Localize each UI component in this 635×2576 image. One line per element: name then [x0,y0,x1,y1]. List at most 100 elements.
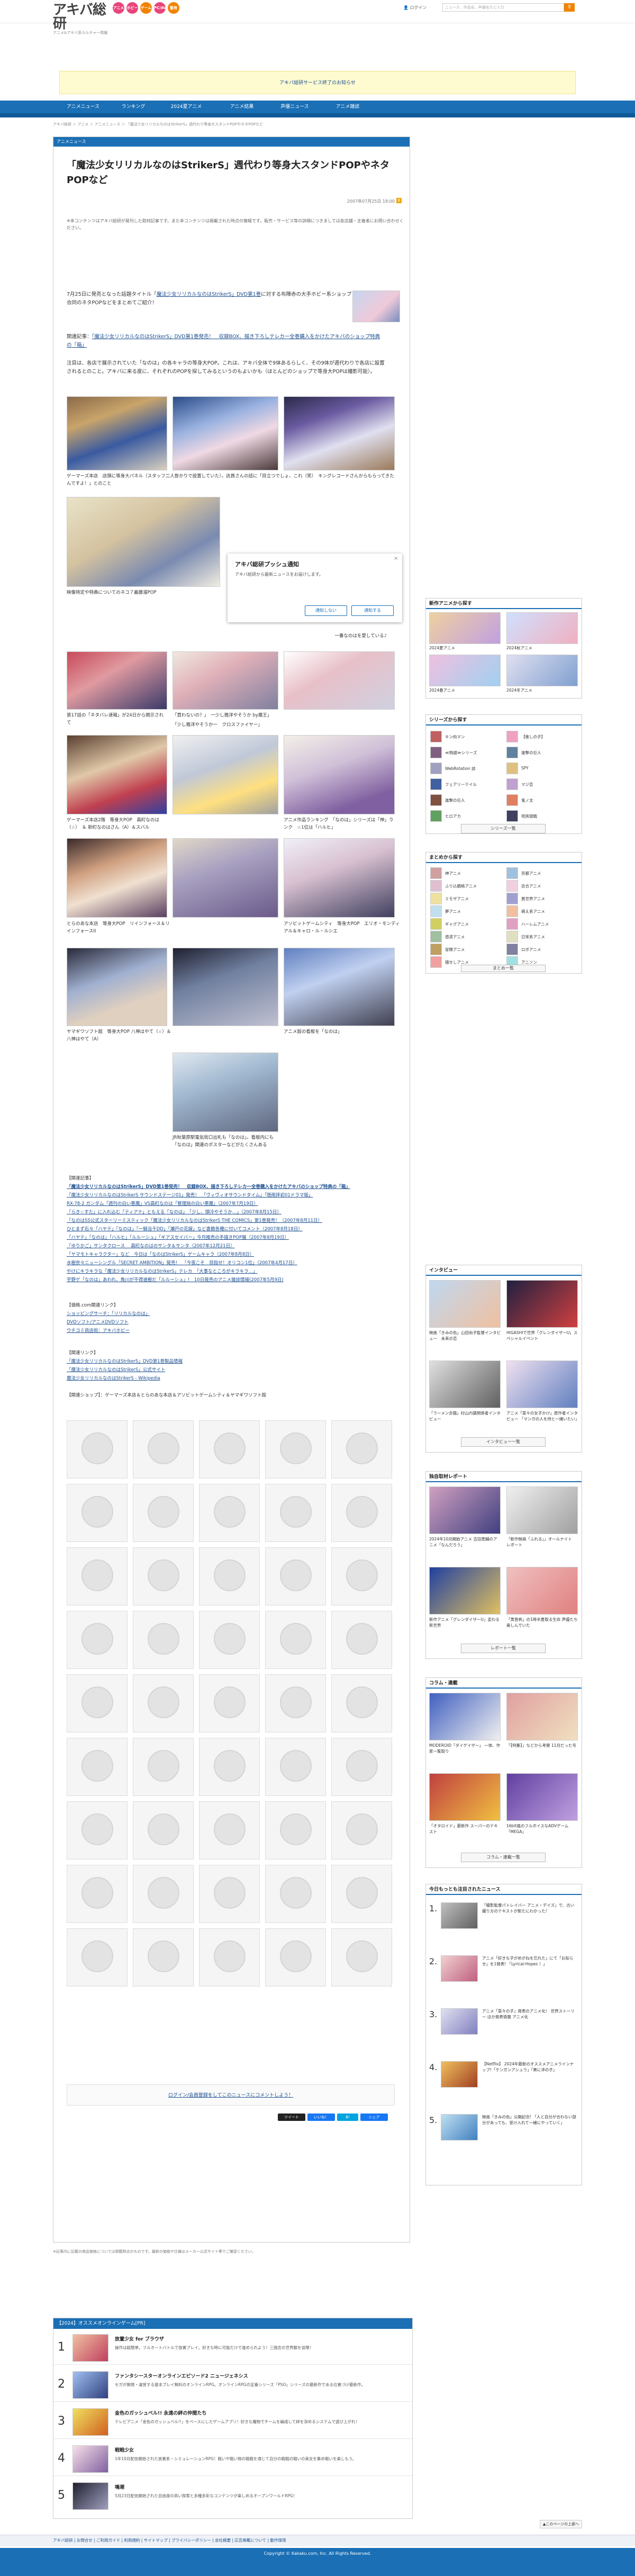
photo-netabare[interactable] [67,651,167,710]
photo-pop-board[interactable] [67,497,220,587]
thumb-placeholder[interactable] [265,1547,326,1606]
report-more-button[interactable]: レポート一覧 [461,1644,546,1653]
search-input[interactable]: ニュース、作品名、声優名など入力 [442,3,564,12]
series-thumb[interactable] [506,778,518,790]
thumb-placeholder[interactable] [199,1865,260,1923]
series-thumb[interactable] [430,747,442,758]
popular-thumb[interactable] [441,1955,478,1982]
series-thumb[interactable] [506,731,518,742]
photo-reinforce[interactable] [173,838,278,918]
related-link[interactable]: 「ハヤテ」「なのは」「ハルヒ」「ルルーシュ」「ギアスセイバー」今月推売の手描きP… [67,1233,395,1242]
nav-voice-news[interactable]: 声優ニュース [271,101,319,113]
cat-anime-button[interactable]: アニメ [113,2,124,14]
matome-label[interactable]: 感涙アニメ [445,934,487,940]
cat-hobby-button[interactable]: ホビー [126,2,138,14]
login-link[interactable]: 👤 ログイン [403,5,427,11]
matome-label[interactable]: 百合アニメ [521,883,564,889]
game-thumbnail[interactable] [72,2334,108,2362]
thumb-placeholder[interactable] [265,1674,326,1733]
related-article-link[interactable]: 「魔法少女リリカルなのはStrikerS」DVD第1巻発売！ 収録BOX、描き下… [67,334,380,348]
matome-label[interactable]: 萌え系アニメ [521,909,564,914]
season-spring-image[interactable] [429,655,501,686]
matome-thumb[interactable] [430,880,442,892]
interview-image[interactable] [429,1360,501,1408]
photo-ranking-2[interactable] [284,735,395,814]
report-image[interactable] [429,1486,501,1534]
matome-thumb[interactable] [430,867,442,879]
report-title[interactable]: 「新作映画「ふれる」」オールナイト レポート [506,1536,578,1548]
photo-yamagiwa[interactable] [67,948,167,1026]
shop-line[interactable]: 【関連ショップ】：ゲーマーズ本店＆とらのあな本店＆アソビットゲームシティ＆ヤマギ… [67,1391,395,1400]
thumb-placeholder[interactable] [265,1420,326,1479]
related-link[interactable]: 水樹奈々ニューシングル「SECRET AMBITION」発売！ 「今夜こそ 目指… [67,1259,395,1267]
series-label[interactable]: マジ恋 [521,782,564,787]
matome-label[interactable]: 異世界アニメ [521,896,564,902]
matome-label[interactable]: ふり込額格アニメ [445,883,487,889]
ranking-item[interactable]: 1 放置少女 for ブラウザ 操作は超簡単。フルオートバトルで放置プレイ。好き… [53,2331,412,2365]
game-title[interactable]: 戦戦少女 [115,2446,134,2453]
thumb-placeholder[interactable] [265,1801,326,1860]
series-label[interactable]: 鬼ノ太 [521,797,564,803]
cat-game-button[interactable]: ゲーム [140,2,152,14]
bookmark-icon[interactable]: B [396,198,402,203]
series-label[interactable]: キン肉マン [445,734,487,740]
kakaku-link[interactable]: DVDソフト/アニメDVDソフト [67,1318,395,1327]
cat-pcav-button[interactable]: PC/AV [154,2,166,14]
series-label[interactable]: 呪術廻戦 [521,813,564,819]
official-link[interactable]: 「魔法少女リリカルなのはStrikerS」公式サイト [67,1366,395,1374]
season-summer-image[interactable] [429,612,501,644]
close-icon[interactable]: × [394,556,398,561]
game-thumbnail[interactable] [72,2371,108,2399]
series-thumb[interactable] [430,763,442,774]
thumb-placeholder[interactable] [199,1801,260,1860]
related-link[interactable]: 「魔法少女リリカルなのはStrikerS」DVD第1巻発売！ 収録BOX、描き下… [67,1183,395,1191]
matome-thumb[interactable] [506,905,518,917]
related-link[interactable]: 「らき☆すた」に入れ込む「ティアナ」ともえる「なのは」 「少し、頭冷やそうか…」… [67,1208,395,1217]
photo-animekan[interactable] [284,948,395,1026]
season-summer-label[interactable]: 2024夏アニメ [429,645,471,651]
column-image[interactable] [506,1693,578,1740]
thumb-placeholder[interactable] [265,1738,326,1796]
thumb-placeholder[interactable] [265,1928,326,1987]
nav-ranking[interactable]: ランキング [112,101,155,113]
matome-label[interactable]: 日常系アニメ [521,934,564,940]
share-button[interactable]: シェア [360,2114,388,2121]
photo-gamers-front[interactable] [67,396,167,470]
tweet-button[interactable]: ツイート [278,2114,305,2121]
thumb-placeholder[interactable] [199,1484,260,1542]
matome-thumb[interactable] [430,905,442,917]
interview-title[interactable]: HIGASHIで世界「グレンダイザーU」スペシャルイベント [506,1330,578,1341]
column-image[interactable] [429,1773,501,1821]
series-thumb[interactable] [506,763,518,774]
game-title[interactable]: ファンタシースターオンラインエピソード2 ニュージェネシス [115,2372,248,2379]
photo-gamers-display[interactable] [284,396,395,470]
interview-title[interactable]: 映画「きみの色」山田尚子監督インタビュー 未来の恋 [429,1330,501,1341]
popular-title[interactable]: アニメ「好きな子がめがねを忘れた」にて「お知らせ」を1発表! 「Lyrical-… [482,1955,577,1967]
thumb-placeholder[interactable] [67,1865,128,1923]
game-title[interactable]: 放置少女 for ブラウザ [115,2335,164,2342]
column-title[interactable]: 「【特集】」などから考察 11月だった号 [506,1743,578,1748]
series-label[interactable]: 進撃の巨人 [445,797,487,803]
photo-crossfire[interactable] [284,651,395,710]
interview-title[interactable]: アニメ「菜々の女子かけ」原作者インタビュー 「マンガの人を持と一緒いたい」 [506,1410,579,1422]
photo-gamers-panel[interactable] [173,396,278,470]
series-label[interactable]: ≪物語≫シリーズ [445,750,487,756]
photo-hayate[interactable] [173,948,278,1026]
season-spring-label[interactable]: 2024春アニメ [429,687,471,693]
season-autumn-image[interactable] [506,612,578,644]
series-label[interactable]: フェアリーテイル [445,782,487,787]
thumb-placeholder[interactable] [67,1928,128,1987]
ranking-item[interactable]: 4 戦戦少女 1年10月配信開始された放置系・シミュレーションRPG！戦いや戦い… [53,2442,412,2476]
column-title[interactable]: MODEROID「ダイゲイザー」 一体、作家一覧取り [429,1743,501,1754]
photo-gamers-2f[interactable] [67,735,167,814]
cat-seichi-button[interactable]: 聖地 [168,2,179,14]
matome-thumb[interactable] [430,893,442,904]
popular-thumb[interactable] [441,2061,478,2088]
matome-thumb[interactable] [506,880,518,892]
thumb-placeholder[interactable] [265,1611,326,1669]
season-winter-image[interactable] [506,655,578,686]
report-image[interactable] [506,1486,578,1534]
popular-title[interactable]: 【Netflix】 2024年最新のオススメアニメラインナップ!「ケンガンアシュ… [482,2061,577,2073]
matome-thumb[interactable] [506,931,518,942]
matome-thumb[interactable] [430,944,442,955]
